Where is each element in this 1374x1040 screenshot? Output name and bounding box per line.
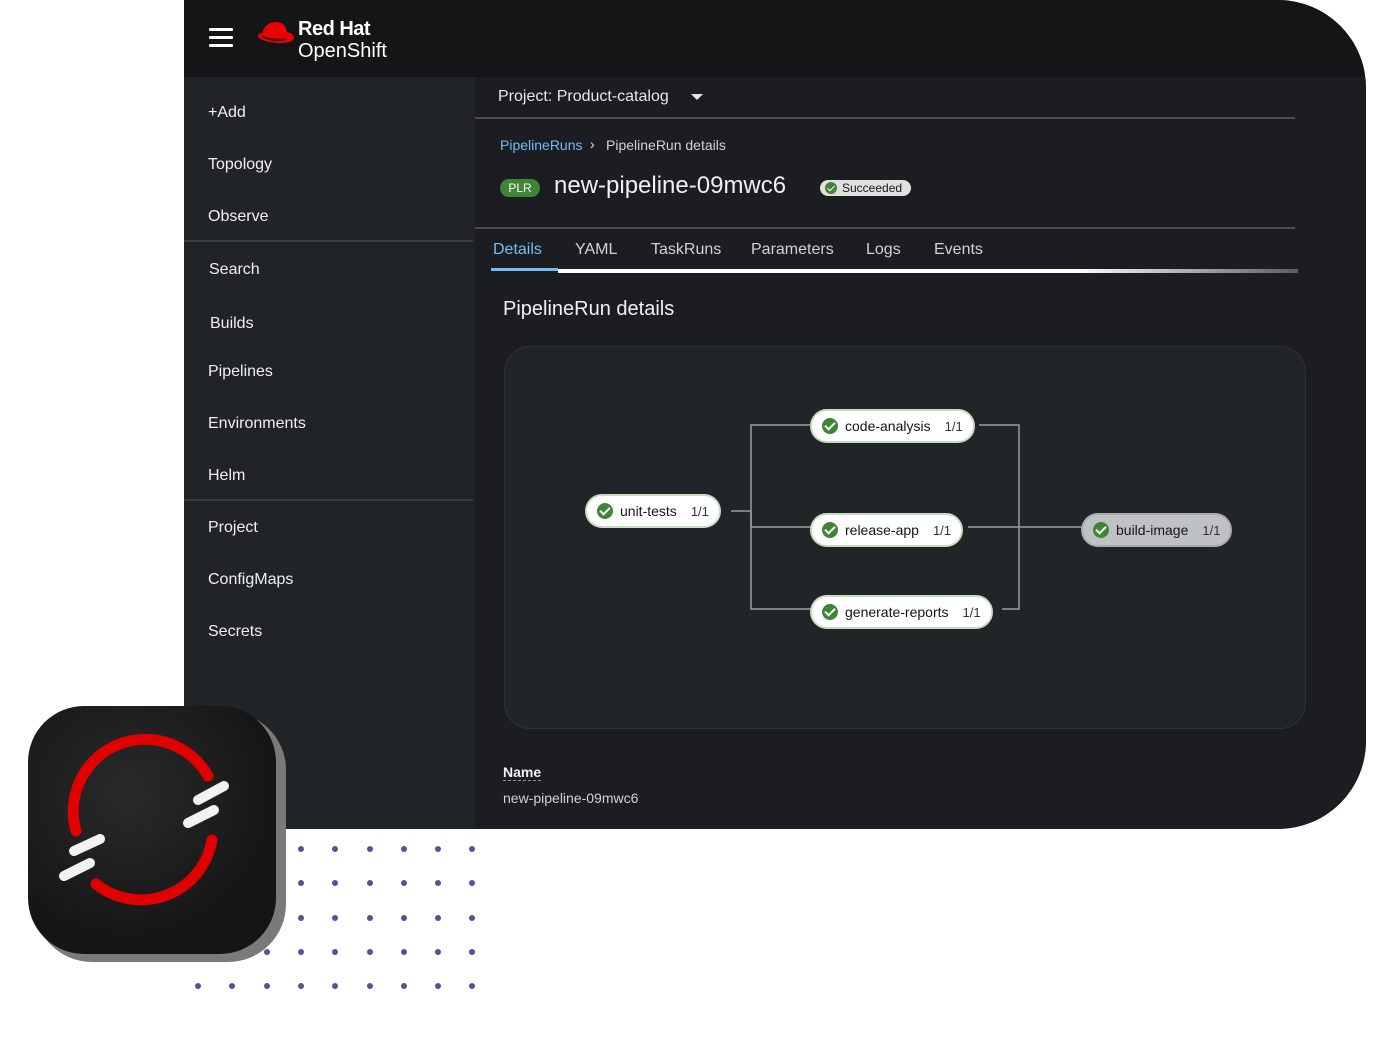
decorative-dot: [435, 880, 442, 887]
decorative-dot: [469, 983, 476, 990]
tab-taskruns[interactable]: TaskRuns: [651, 241, 721, 259]
brand-name-red-hat: Red Hat: [298, 18, 371, 40]
task-node-unit-tests[interactable]: unit-tests 1/1: [585, 494, 721, 528]
main-content: Project: Product-catalog PipelineRuns › …: [475, 77, 1366, 829]
chevron-right-icon: ›: [590, 136, 595, 152]
decorative-dot: [195, 983, 201, 990]
task-node-code-analysis[interactable]: code-analysis 1/1: [810, 409, 975, 443]
decorative-dot: [332, 846, 339, 852]
decorative-dot: [366, 846, 373, 852]
check-circle-icon: [822, 418, 838, 434]
check-circle-icon: [825, 182, 837, 194]
decorative-dot: [469, 914, 476, 921]
decorative-dot: [435, 983, 442, 990]
task-name: generate-reports: [845, 604, 949, 620]
decorative-dot: [297, 914, 304, 921]
openshift-app-icon: [28, 706, 286, 962]
hamburger-menu-icon[interactable]: [209, 28, 233, 48]
sidebar-item-topology[interactable]: Topology: [208, 156, 272, 174]
task-name: code-analysis: [845, 418, 931, 434]
masthead: Red Hat OpenShift: [184, 0, 1366, 77]
sidebar-item-secrets[interactable]: Secrets: [208, 623, 262, 641]
decorative-dot: [332, 983, 339, 990]
tabs-bottom-border: [558, 269, 1298, 273]
sidebar-item-builds[interactable]: Builds: [210, 315, 254, 333]
task-node-generate-reports[interactable]: generate-reports 1/1: [810, 595, 993, 629]
status-badge-label: Succeeded: [842, 181, 903, 195]
decorative-dot: [435, 948, 442, 955]
openshift-logo-icon: [59, 733, 229, 906]
decorative-dot: [400, 948, 407, 955]
page-title: new-pipeline-09mwc6: [554, 172, 787, 199]
decorative-dot: [297, 880, 304, 887]
project-selector[interactable]: Project: Product-catalog: [475, 77, 1295, 119]
decorative-dot: [366, 880, 373, 887]
decorative-dot: [400, 880, 407, 887]
openshift-console-window: Red Hat OpenShift +Add Topology Observe …: [184, 0, 1366, 829]
tab-logs[interactable]: Logs: [866, 241, 901, 259]
decorative-dot: [263, 983, 270, 990]
decorative-dot: [229, 983, 236, 990]
sidebar-divider: [184, 499, 473, 501]
task-count: 1/1: [932, 522, 952, 538]
task-name: release-app: [845, 522, 919, 538]
task-name: build-image: [1116, 522, 1189, 538]
decorative-dot: [332, 880, 339, 887]
sidebar-item-pipelines[interactable]: Pipelines: [208, 363, 273, 381]
tab-parameters[interactable]: Parameters: [751, 241, 834, 259]
decorative-dot: [400, 983, 407, 990]
task-name: unit-tests: [620, 503, 677, 519]
decorative-dot: [469, 948, 476, 955]
active-tab-indicator: [491, 268, 558, 271]
tab-yaml[interactable]: YAML: [575, 241, 617, 259]
check-circle-icon: [1093, 522, 1109, 538]
decorative-dot: [469, 880, 476, 887]
project-selector-label: Project: Product-catalog: [498, 88, 669, 105]
sidebar-item-project[interactable]: Project: [208, 519, 258, 537]
decorative-dot: [332, 914, 339, 921]
check-circle-icon: [822, 604, 838, 620]
task-count: 1/1: [690, 503, 709, 519]
sidebar-item-helm[interactable]: Helm: [208, 467, 245, 485]
decorative-dot: [400, 846, 407, 852]
task-count: 1/1: [1202, 522, 1221, 538]
breadcrumb-link-pipelineruns[interactable]: PipelineRuns: [500, 137, 583, 153]
details-name-label: Name: [503, 764, 542, 781]
decorative-dot: [400, 914, 407, 921]
sidebar-item-environments[interactable]: Environments: [208, 415, 306, 433]
decorative-dot: [435, 846, 442, 852]
task-count: 1/1: [962, 604, 981, 620]
tabs-top-border: [475, 227, 1295, 229]
details-name-value: new-pipeline-09mwc6: [503, 790, 639, 806]
caret-down-icon: [691, 94, 703, 100]
sidebar-item-observe[interactable]: Observe: [208, 208, 268, 226]
status-badge: Succeeded: [820, 180, 912, 196]
decorative-dot: [366, 914, 373, 921]
sidebar-item-search[interactable]: Search: [209, 261, 260, 279]
task-count: 1/1: [944, 418, 963, 434]
decorative-dot: [435, 914, 442, 921]
resource-type-badge: PLR: [500, 179, 540, 197]
tab-details[interactable]: Details: [493, 241, 542, 259]
decorative-dot: [297, 948, 304, 955]
section-title: PipelineRun details: [503, 298, 675, 320]
pipeline-graph: unit-tests 1/1 code-analysis 1/1 release…: [504, 346, 1306, 729]
decorative-dot: [297, 983, 304, 990]
decorative-dot: [469, 846, 476, 852]
red-hat-icon: [258, 22, 294, 43]
decorative-dot: [366, 983, 373, 990]
check-circle-icon: [822, 522, 838, 538]
sidebar-divider: [184, 240, 473, 242]
sidebar-item-configmaps[interactable]: ConfigMaps: [208, 571, 293, 589]
sidebar-item-add[interactable]: +Add: [208, 104, 246, 122]
tab-events[interactable]: Events: [934, 241, 983, 259]
breadcrumb-current: PipelineRun details: [606, 137, 726, 153]
check-circle-icon: [597, 503, 613, 519]
task-node-release-app[interactable]: release-app 1/1: [810, 513, 964, 547]
brand-name-openshift: OpenShift: [298, 40, 387, 62]
decorative-dot: [297, 846, 304, 852]
decorative-dot: [366, 948, 373, 955]
task-node-build-image[interactable]: build-image 1/1: [1081, 513, 1233, 547]
decorative-dot: [332, 948, 339, 955]
